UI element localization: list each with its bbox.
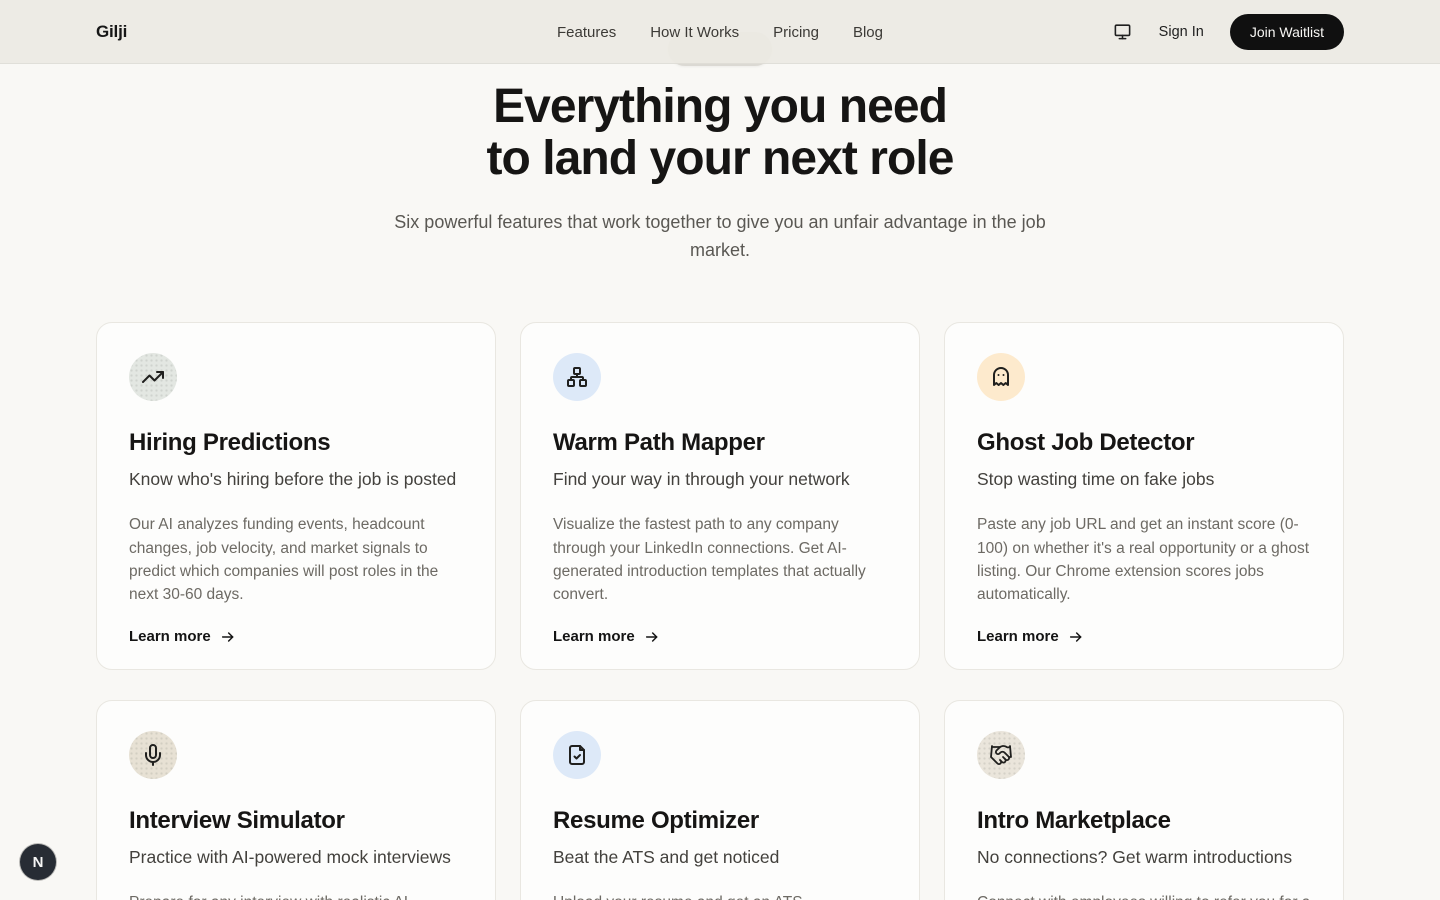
feature-description: Upload your resume and get an ATS compat…: [553, 891, 887, 900]
network-icon: [553, 353, 601, 401]
feature-tagline: Beat the ATS and get noticed: [553, 847, 887, 868]
features-grid: Hiring Predictions Know who's hiring bef…: [96, 322, 1344, 900]
feature-card-interview-simulator: Interview Simulator Practice with AI-pow…: [96, 700, 496, 900]
arrow-right-icon: [644, 629, 660, 645]
nav-link-pricing[interactable]: Pricing: [773, 24, 819, 41]
brand-logo[interactable]: Gilji: [96, 22, 127, 42]
arrow-right-icon: [220, 629, 236, 645]
hero-title-line2: to land your next role: [487, 132, 954, 185]
feature-title: Ghost Job Detector: [977, 429, 1311, 457]
nav-link-features[interactable]: Features: [557, 24, 616, 41]
microphone-icon: [129, 731, 177, 779]
learn-more-link[interactable]: Learn more: [553, 628, 660, 645]
handshake-icon: [977, 731, 1025, 779]
feature-tagline: Find your way in through your network: [553, 469, 887, 490]
header-actions: Sign In Join Waitlist: [1113, 14, 1344, 50]
feature-tagline: Know who's hiring before the job is post…: [129, 469, 463, 490]
feature-tagline: Stop wasting time on fake jobs: [977, 469, 1311, 490]
feature-description: Connect with employees willing to refer …: [977, 891, 1311, 900]
monitor-icon[interactable]: [1113, 22, 1133, 42]
feature-title: Warm Path Mapper: [553, 429, 887, 457]
file-check-icon: [553, 731, 601, 779]
ghost-icon: [977, 353, 1025, 401]
sign-in-link[interactable]: Sign In: [1159, 24, 1204, 40]
feature-description: Prepare for any interview with realistic…: [129, 891, 463, 900]
feature-card-hiring-predictions: Hiring Predictions Know who's hiring bef…: [96, 322, 496, 670]
hero-title: Everything you need to land your next ro…: [0, 81, 1440, 185]
join-waitlist-button[interactable]: Join Waitlist: [1230, 14, 1344, 50]
nav-link-how-it-works[interactable]: How It Works: [650, 24, 739, 41]
arrow-right-icon: [1068, 629, 1084, 645]
feature-card-resume-optimizer: Resume Optimizer Beat the ATS and get no…: [520, 700, 920, 900]
trending-up-icon: [129, 353, 177, 401]
main-nav: Features How It Works Pricing Blog: [557, 0, 883, 64]
dev-tools-badge[interactable]: N: [20, 844, 56, 880]
feature-card-intro-marketplace: Intro Marketplace No connections? Get wa…: [944, 700, 1344, 900]
hero-section: Everything you need to land your next ro…: [0, 81, 1440, 265]
feature-description: Our AI analyzes funding events, headcoun…: [129, 513, 463, 606]
top-nav: Gilji Features How It Works Pricing Blog…: [0, 0, 1440, 64]
feature-title: Interview Simulator: [129, 807, 463, 835]
feature-card-ghost-job-detector: Ghost Job Detector Stop wasting time on …: [944, 322, 1344, 670]
feature-title: Hiring Predictions: [129, 429, 463, 457]
feature-description: Paste any job URL and get an instant sco…: [977, 513, 1311, 606]
feature-title: Resume Optimizer: [553, 807, 887, 835]
feature-card-warm-path-mapper: Warm Path Mapper Find your way in throug…: [520, 322, 920, 670]
nav-link-blog[interactable]: Blog: [853, 24, 883, 41]
feature-tagline: No connections? Get warm introductions: [977, 847, 1311, 868]
feature-title: Intro Marketplace: [977, 807, 1311, 835]
hero-title-line1: Everything you need: [493, 80, 947, 133]
learn-more-link[interactable]: Learn more: [977, 628, 1084, 645]
feature-description: Visualize the fastest path to any compan…: [553, 513, 887, 606]
learn-more-link[interactable]: Learn more: [129, 628, 236, 645]
feature-tagline: Practice with AI-powered mock interviews: [129, 847, 463, 868]
hero-subtitle: Six powerful features that work together…: [370, 208, 1070, 266]
